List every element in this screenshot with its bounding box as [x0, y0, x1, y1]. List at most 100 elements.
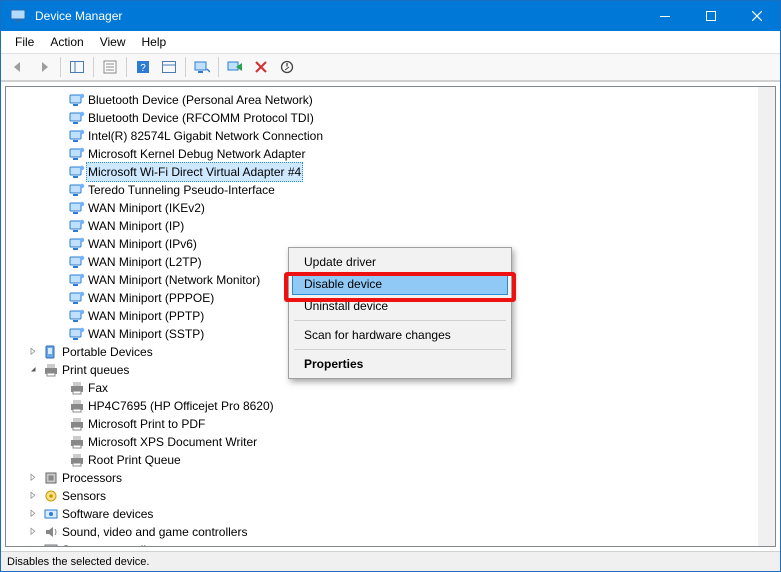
- network-adapter-icon: [68, 128, 86, 144]
- tree-expander-icon[interactable]: [26, 544, 42, 546]
- network-adapter-icon: [68, 164, 86, 180]
- tree-item-label: Intel(R) 82574L Gigabit Network Connecti…: [86, 127, 325, 145]
- tree-item-label: Fax: [86, 379, 110, 397]
- network-adapter-icon: [68, 110, 86, 126]
- forward-button[interactable]: [32, 55, 56, 79]
- tree-item-network-adapter[interactable]: WAN Miniport (IP): [6, 217, 758, 235]
- ctx-properties[interactable]: Properties: [292, 353, 508, 375]
- ctx-disable-device[interactable]: Disable device: [292, 273, 508, 295]
- tree-item-label: Processors: [60, 469, 124, 487]
- printer-icon: [42, 362, 60, 378]
- tree-item-label: Bluetooth Device (RFCOMM Protocol TDI): [86, 109, 316, 127]
- tree-item-network-adapter[interactable]: Intel(R) 82574L Gigabit Network Connecti…: [6, 127, 758, 145]
- tree-item-print-queue[interactable]: Fax: [6, 379, 758, 397]
- ctx-separator: [294, 320, 506, 321]
- network-adapter-icon: [68, 200, 86, 216]
- help-button[interactable]: ?: [131, 55, 155, 79]
- tree-item-label: WAN Miniport (SSTP): [86, 325, 206, 343]
- status-text: Disables the selected device.: [7, 556, 149, 568]
- tree-expander-icon[interactable]: [26, 508, 42, 520]
- disable-device-button[interactable]: [275, 55, 299, 79]
- tree-expander-icon[interactable]: [26, 526, 42, 538]
- tree-item-network-adapter[interactable]: WAN Miniport (IKEv2): [6, 199, 758, 217]
- tree-item-network-adapter[interactable]: Microsoft Kernel Debug Network Adapter: [6, 145, 758, 163]
- enable-device-button[interactable]: [223, 55, 247, 79]
- printer-icon: [68, 398, 86, 414]
- network-adapter-icon: [68, 92, 86, 108]
- tree-item-network-adapter[interactable]: Teredo Tunneling Pseudo-Interface: [6, 181, 758, 199]
- network-adapter-icon: [68, 254, 86, 270]
- tree-item-print-queue[interactable]: Root Print Queue: [6, 451, 758, 469]
- tree-item-label: WAN Miniport (L2TP): [86, 253, 204, 271]
- action-icon-button[interactable]: [157, 55, 181, 79]
- tree-category[interactable]: Storage controllers: [6, 541, 758, 546]
- tree-item-label: Microsoft Kernel Debug Network Adapter: [86, 145, 307, 163]
- tree-item-label: Teredo Tunneling Pseudo-Interface: [86, 181, 277, 199]
- network-adapter-icon: [68, 182, 86, 198]
- tree-item-label: Microsoft Wi-Fi Direct Virtual Adapter #…: [86, 162, 303, 182]
- tree-category[interactable]: Sound, video and game controllers: [6, 523, 758, 541]
- tree-item-label: Microsoft XPS Document Writer: [86, 433, 259, 451]
- ctx-scan-hardware[interactable]: Scan for hardware changes: [292, 324, 508, 346]
- close-button[interactable]: [734, 1, 780, 31]
- cpu-icon: [42, 470, 60, 486]
- properties-button[interactable]: [98, 55, 122, 79]
- vertical-scrollbar[interactable]: [758, 87, 775, 546]
- toolbar: ?: [1, 53, 780, 81]
- sensor-icon: [42, 488, 60, 504]
- content-area: Bluetooth Device (Personal Area Network)…: [1, 81, 780, 551]
- ctx-update-driver[interactable]: Update driver: [292, 251, 508, 273]
- tree-item-network-adapter[interactable]: Bluetooth Device (Personal Area Network): [6, 91, 758, 109]
- tree-item-label: WAN Miniport (IP): [86, 217, 186, 235]
- tree-item-label: WAN Miniport (IPv6): [86, 235, 199, 253]
- ctx-uninstall-device[interactable]: Uninstall device: [292, 295, 508, 317]
- network-adapter-icon: [68, 236, 86, 252]
- tree-expander-icon[interactable]: [26, 472, 42, 484]
- maximize-button[interactable]: [688, 1, 734, 31]
- tree-item-network-adapter[interactable]: Microsoft Wi-Fi Direct Virtual Adapter #…: [6, 163, 758, 181]
- tree-item-print-queue[interactable]: Microsoft XPS Document Writer: [6, 433, 758, 451]
- status-bar: Disables the selected device.: [1, 551, 780, 571]
- tree-item-label: Software devices: [60, 505, 155, 523]
- printer-icon: [68, 452, 86, 468]
- tree-item-label: Root Print Queue: [86, 451, 183, 469]
- tree-item-label: Sound, video and game controllers: [60, 523, 249, 541]
- tree-item-label: Portable Devices: [60, 343, 155, 361]
- portable-icon: [42, 344, 60, 360]
- back-button[interactable]: [6, 55, 30, 79]
- tree-item-label: WAN Miniport (Network Monitor): [86, 271, 262, 289]
- tree-item-network-adapter[interactable]: Bluetooth Device (RFCOMM Protocol TDI): [6, 109, 758, 127]
- tree-item-label: WAN Miniport (PPTP): [86, 307, 206, 325]
- network-adapter-icon: [68, 326, 86, 342]
- tree-category[interactable]: Software devices: [6, 505, 758, 523]
- tree-item-label: Bluetooth Device (Personal Area Network): [86, 91, 315, 109]
- show-hide-tree-button[interactable]: [65, 55, 89, 79]
- tree-item-label: Sensors: [60, 487, 108, 505]
- title-bar: Device Manager: [1, 1, 780, 31]
- network-adapter-icon: [68, 146, 86, 162]
- sound-icon: [42, 524, 60, 540]
- network-adapter-icon: [68, 218, 86, 234]
- scan-hardware-button[interactable]: [190, 55, 214, 79]
- tree-item-label: Storage controllers: [60, 541, 165, 546]
- tree-item-print-queue[interactable]: Microsoft Print to PDF: [6, 415, 758, 433]
- tree-category[interactable]: Sensors: [6, 487, 758, 505]
- tree-expander-icon[interactable]: [26, 346, 42, 358]
- menu-view[interactable]: View: [92, 33, 134, 51]
- menu-action[interactable]: Action: [42, 33, 91, 51]
- printer-icon: [68, 380, 86, 396]
- uninstall-device-button[interactable]: [249, 55, 273, 79]
- tree-item-print-queue[interactable]: HP4C7695 (HP Officejet Pro 8620): [6, 397, 758, 415]
- tree-expander-icon[interactable]: [26, 490, 42, 502]
- svg-text:?: ?: [140, 63, 146, 74]
- tree-category[interactable]: Processors: [6, 469, 758, 487]
- printer-icon: [68, 416, 86, 432]
- menu-help[interactable]: Help: [134, 33, 175, 51]
- minimize-button[interactable]: [642, 1, 688, 31]
- storage-icon: [42, 542, 60, 546]
- software-icon: [42, 506, 60, 522]
- menu-file[interactable]: File: [7, 33, 42, 51]
- tree-item-label: Microsoft Print to PDF: [86, 415, 207, 433]
- tree-expander-icon[interactable]: [26, 364, 42, 376]
- app-icon: [1, 8, 35, 24]
